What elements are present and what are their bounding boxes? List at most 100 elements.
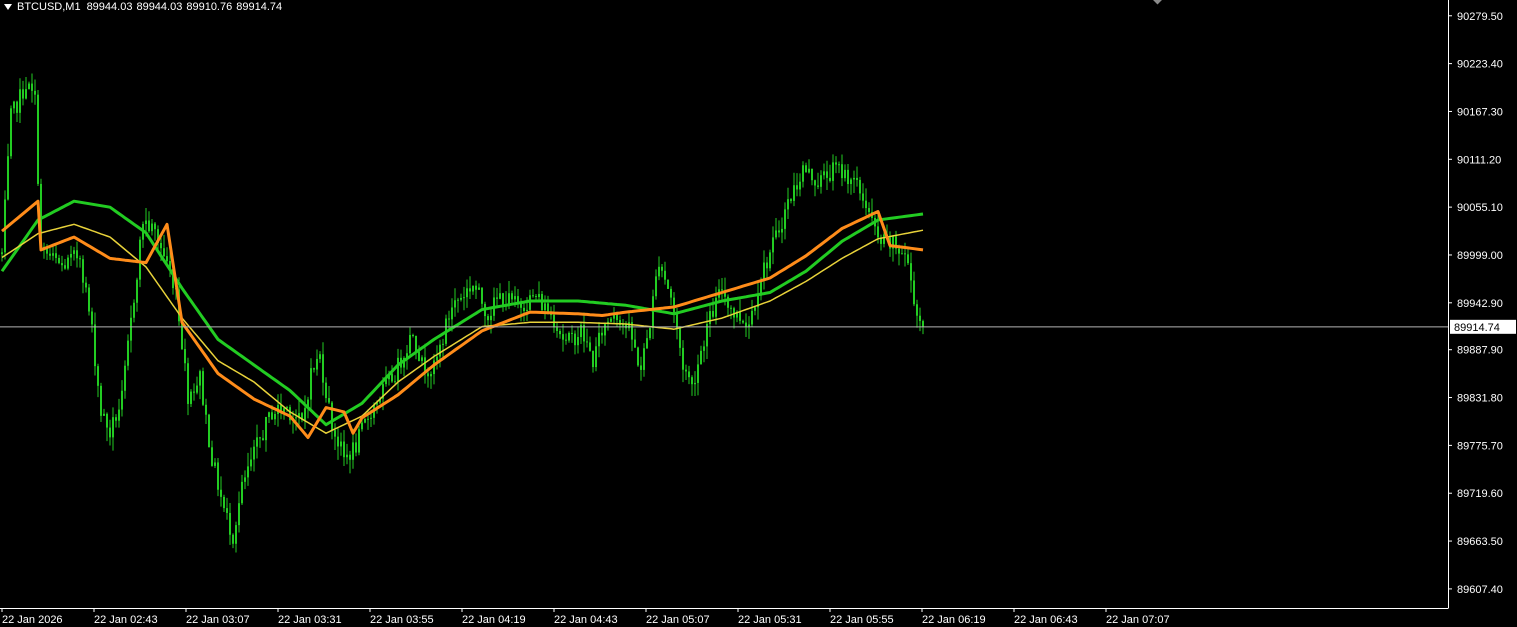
candle-body <box>868 208 870 212</box>
candle-body <box>772 237 774 253</box>
candle-body <box>214 462 216 466</box>
candle-body <box>832 162 834 181</box>
candle-body <box>34 90 36 95</box>
candle-body <box>208 414 210 448</box>
candle-body <box>166 256 168 262</box>
candle-body <box>427 373 429 377</box>
candle-body <box>769 252 771 269</box>
candle-body <box>265 416 267 441</box>
candle-body <box>472 285 474 292</box>
candle-body <box>916 304 918 316</box>
candle-body <box>127 340 129 366</box>
candle-body <box>106 413 108 428</box>
candle-body <box>790 199 792 201</box>
candle-body <box>898 248 900 254</box>
candle-body <box>622 324 624 326</box>
candle-body <box>37 94 39 184</box>
candle-body <box>508 293 510 305</box>
candle-body <box>559 330 561 335</box>
candle-body <box>421 357 423 361</box>
candle-body <box>850 179 852 185</box>
candle-body <box>634 339 636 348</box>
candle-body <box>325 382 327 399</box>
candle-body <box>676 313 678 329</box>
candle-body <box>490 315 492 321</box>
candle-body <box>553 314 555 328</box>
candle-body <box>148 220 150 232</box>
candle-body <box>487 316 489 321</box>
candle-body <box>913 280 915 305</box>
candle-body <box>565 339 567 341</box>
candle-body <box>436 356 438 361</box>
candle-body <box>337 436 339 447</box>
candle-body <box>853 177 855 180</box>
y-tick-label: 90223.40 <box>1457 59 1503 71</box>
candle-body <box>136 279 138 303</box>
candle-body <box>145 220 147 225</box>
candle-body <box>586 341 588 343</box>
candle-body <box>199 371 201 386</box>
candle-body <box>883 234 885 244</box>
candle-body <box>88 287 90 312</box>
candle-body <box>514 296 516 300</box>
candle-body <box>331 402 333 431</box>
candle-body <box>343 441 345 458</box>
candle-body <box>835 162 837 165</box>
candle-body <box>451 307 453 320</box>
candle-body <box>349 454 351 460</box>
candle-body <box>604 323 606 336</box>
candle-body <box>217 462 219 490</box>
candle-body <box>97 366 99 386</box>
candle-body <box>478 287 480 290</box>
y-tick-label: 90055.10 <box>1457 202 1503 214</box>
candle-body <box>670 288 672 298</box>
candle-body <box>778 230 780 233</box>
price-chart[interactable]: 90279.50 90223.40 90167.30 90111.20 90055.10… <box>0 0 1517 627</box>
candle-body <box>235 525 237 544</box>
candle-body <box>655 276 657 297</box>
candle-body <box>844 169 846 179</box>
candle-body <box>694 382 696 385</box>
candle-body <box>73 250 75 254</box>
candle-body <box>1 252 3 255</box>
candle-body <box>610 318 612 322</box>
x-tick-label: 22 Jan 04:19 <box>462 614 526 626</box>
candle-body <box>838 164 840 166</box>
candle-body <box>49 253 51 256</box>
candle-body <box>598 332 600 347</box>
candle-body <box>811 168 813 181</box>
candle-body <box>19 89 21 113</box>
candle-body <box>238 503 240 526</box>
candle-body <box>229 512 231 535</box>
candle-body <box>646 338 648 349</box>
candle-body <box>85 282 87 288</box>
candle-body <box>865 200 867 209</box>
candle-body <box>205 404 207 415</box>
candle-body <box>313 368 315 370</box>
candle-body <box>877 226 879 238</box>
candle-body <box>250 459 252 467</box>
candle-body <box>232 534 234 544</box>
candle-body <box>448 318 450 320</box>
candle-body <box>61 263 63 266</box>
candle-body <box>7 156 9 200</box>
candle-body <box>52 253 54 256</box>
candle-body <box>316 358 318 370</box>
x-tick-label: 22 Jan 05:31 <box>738 614 802 626</box>
candle-body <box>13 101 15 109</box>
candle-body <box>499 293 501 299</box>
candle-body <box>391 373 393 382</box>
candle-body <box>184 349 186 364</box>
candle-body <box>841 164 843 179</box>
candle-body <box>793 185 795 201</box>
candle-body <box>304 408 306 421</box>
candle-body <box>367 418 369 420</box>
candle-body <box>364 418 366 423</box>
candle-body <box>682 347 684 370</box>
candle-body <box>190 391 192 404</box>
candle-body <box>253 446 255 460</box>
y-tick-label: 89775.70 <box>1457 440 1503 452</box>
candle-body <box>211 447 213 466</box>
candle-body <box>814 180 816 186</box>
candle-body <box>430 374 432 377</box>
